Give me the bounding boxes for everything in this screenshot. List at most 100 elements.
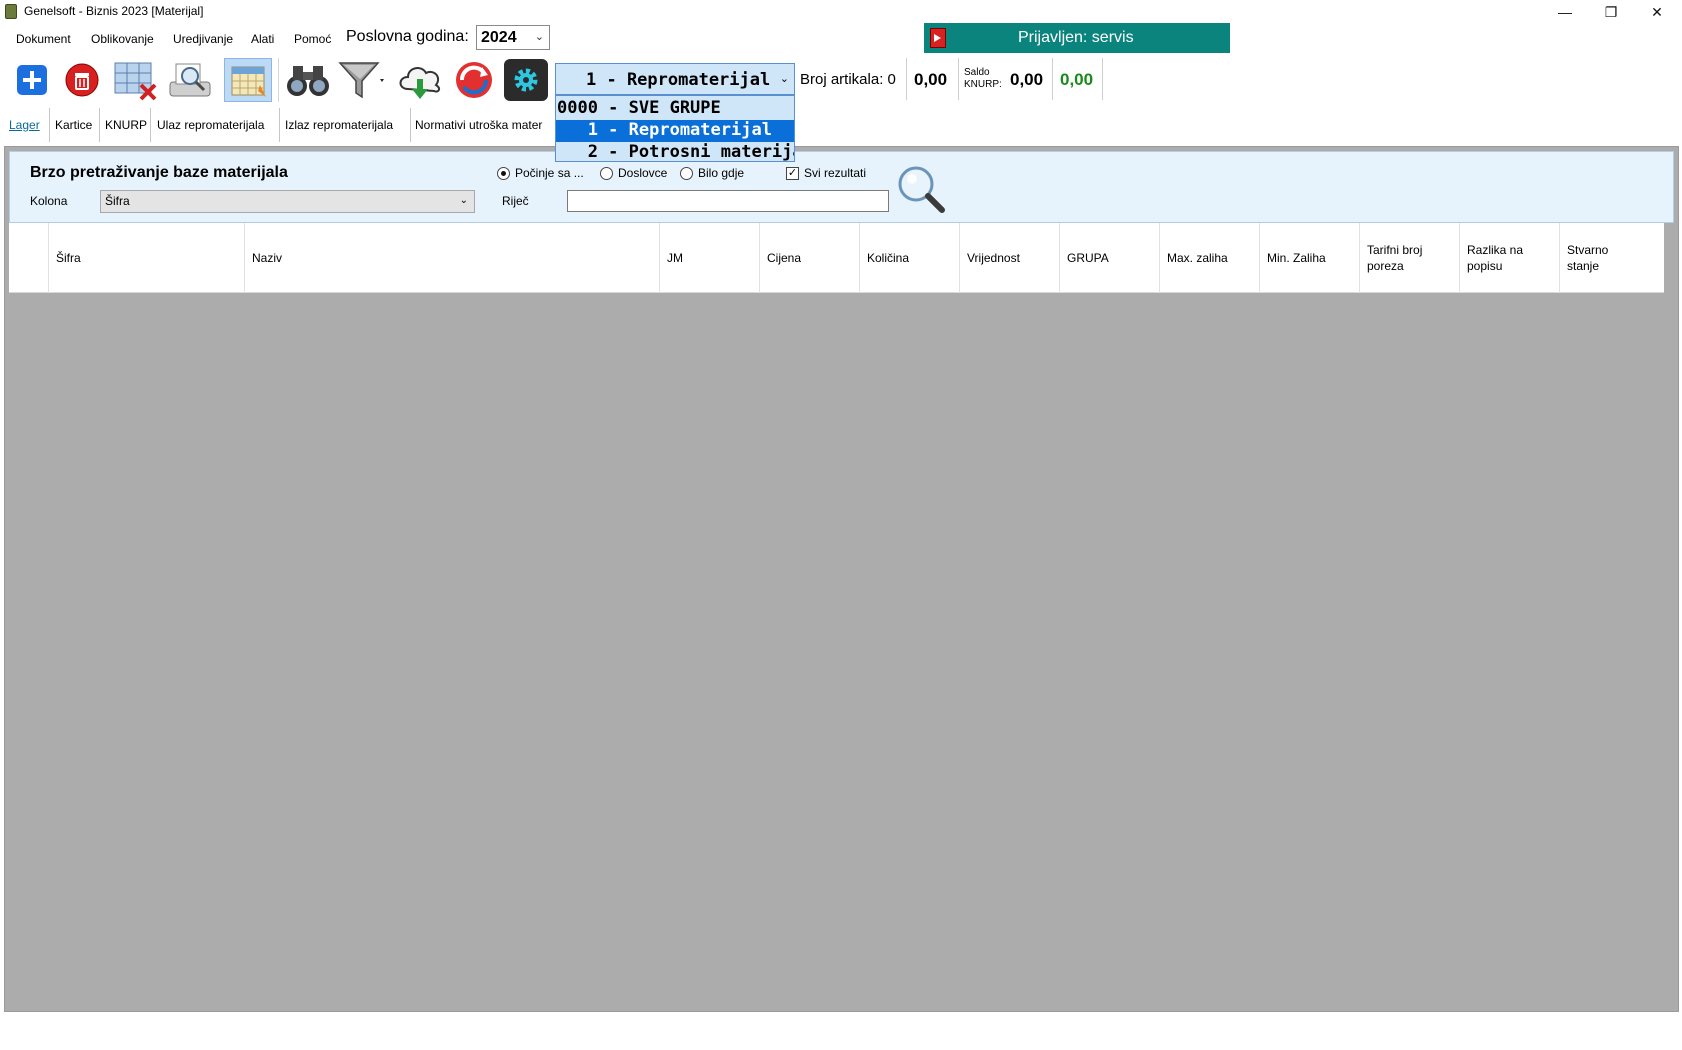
column-header-kolicina[interactable]: Količina xyxy=(859,223,959,293)
dropdown-option-sve-grupe[interactable]: 0000 - SVE GRUPE xyxy=(556,98,794,120)
tab-kartice[interactable]: Kartice xyxy=(50,108,100,142)
close-button[interactable]: ✕ xyxy=(1634,0,1680,24)
svi-rezultati-checkbox[interactable]: ✓ Svi rezultati xyxy=(786,166,866,180)
tab-lager[interactable]: Lager xyxy=(0,108,50,142)
column-header-stvarno-stanje[interactable]: Stvarno stanje xyxy=(1559,223,1664,293)
sync-button[interactable] xyxy=(450,58,498,102)
checkmark-icon: ✓ xyxy=(786,166,799,180)
tab-normativi-utroska[interactable]: Normativi utroška mater xyxy=(411,108,556,142)
column-header-min-zaliha[interactable]: Min. Zaliha xyxy=(1259,223,1359,293)
dropdown-option-repromaterijal[interactable]: 1 - Repromaterijal xyxy=(556,120,794,142)
kolona-label: Kolona xyxy=(30,194,68,208)
column-header-razlika-na-popisu[interactable]: Razlika na popisu xyxy=(1459,223,1559,293)
app-icon xyxy=(5,4,17,19)
search-panel: Brzo pretraživanje baze materijala Kolon… xyxy=(9,151,1674,223)
preview-button[interactable] xyxy=(166,58,214,102)
column-header-cijena[interactable]: Cijena xyxy=(759,223,859,293)
column-header-label: Max. zaliha xyxy=(1167,251,1228,265)
chevron-down-icon: ⌄ xyxy=(779,73,789,85)
year-value: 2024 xyxy=(481,29,517,46)
radio-label: Počinje sa ... xyxy=(515,166,584,180)
kolona-select[interactable]: Šifra ⌄ xyxy=(100,190,475,213)
cloud-download-button[interactable] xyxy=(396,58,444,102)
rijec-input[interactable] xyxy=(567,190,889,212)
radio-pocinje-sa[interactable]: Počinje sa ... xyxy=(497,166,584,180)
restore-button[interactable]: ❐ xyxy=(1588,0,1634,24)
radio-bilo-gdje[interactable]: Bilo gdje xyxy=(680,166,744,180)
radio-dot xyxy=(680,166,693,180)
radio-dot xyxy=(497,166,510,180)
radio-label: Bilo gdje xyxy=(698,166,745,180)
login-status-bar: Prijavljen: servis xyxy=(924,23,1230,53)
column-header-max-zaliha[interactable]: Max. zaliha xyxy=(1159,223,1259,293)
add-icon xyxy=(17,65,47,95)
column-header-jm[interactable]: JM xyxy=(659,223,759,293)
saldo-label-line2: KNURP: xyxy=(964,79,1002,90)
cloud-download-icon xyxy=(399,67,441,99)
tab-knurp[interactable]: KNURP xyxy=(100,108,151,142)
broj-value: 0,00 xyxy=(914,70,948,89)
column-header-naziv[interactable]: Naziv xyxy=(244,223,659,293)
radio-dot xyxy=(600,166,613,180)
delete-icon xyxy=(65,63,99,97)
menu-pomoc[interactable]: Pomoć xyxy=(294,32,331,46)
main-area: Brzo pretraživanje baze materijala Kolon… xyxy=(4,146,1679,1012)
column-header-label: JM xyxy=(667,251,683,265)
menu-oblikovanje[interactable]: Oblikovanje xyxy=(91,32,154,46)
menu-dokument[interactable]: Dokument xyxy=(16,32,71,46)
tab-ulaz-repromaterijala[interactable]: Ulaz repromaterijala xyxy=(151,108,280,142)
toolbar-separator xyxy=(958,58,959,100)
menu-uredjivanje[interactable]: Uredjivanje xyxy=(173,32,233,46)
year-label: Poslovna godina: xyxy=(346,28,469,45)
column-header-label: Šifra xyxy=(56,251,81,265)
group-dropdown-list: 0000 - SVE GRUPE 1 - Repromaterijal 2 - … xyxy=(555,95,795,162)
chevron-down-icon: ⌄ xyxy=(534,31,544,43)
magnifier-icon xyxy=(898,166,945,213)
preview-icon xyxy=(169,63,211,97)
radio-doslovce[interactable]: Doslovce xyxy=(600,166,667,180)
column-header-label: Stvarno stanje xyxy=(1567,243,1609,273)
calendar-button[interactable] xyxy=(224,58,272,102)
toolbar-separator xyxy=(1102,58,1103,100)
broj-artikala-label: Broj artikala: 0 xyxy=(800,71,896,88)
grid-delete-icon xyxy=(114,62,157,101)
settings-icon xyxy=(504,59,548,101)
kolona-select-value: Šifra xyxy=(105,194,130,208)
column-header-label: Razlika na popisu xyxy=(1467,243,1524,273)
radio-label: Doslovce xyxy=(618,166,668,180)
column-header-label: Tarifni broj poreza xyxy=(1367,243,1423,273)
menu-alati[interactable]: Alati xyxy=(251,32,274,46)
delete-button[interactable] xyxy=(58,58,106,102)
saldo-label-line1: Saldo xyxy=(964,67,990,78)
chevron-down-icon: ⌄ xyxy=(459,195,468,206)
saldo-green-value: 0,00 xyxy=(1060,70,1094,89)
column-header-label: Min. Zaliha xyxy=(1267,251,1326,265)
find-button[interactable] xyxy=(284,58,332,102)
column-header-label: Cijena xyxy=(767,251,802,265)
column-header-tarifni-broj[interactable]: Tarifni broj poreza xyxy=(1359,223,1459,293)
sync-icon xyxy=(456,62,492,98)
column-header-grupa[interactable]: GRUPA xyxy=(1059,223,1159,293)
column-header-vrijednost[interactable]: Vrijednost xyxy=(959,223,1059,293)
minimize-button[interactable]: — xyxy=(1542,0,1588,24)
column-header-sifra[interactable]: Šifra xyxy=(48,223,244,293)
toolbar-separator xyxy=(906,58,907,100)
add-button[interactable] xyxy=(8,58,56,102)
year-select[interactable]: 2024 ⌄ xyxy=(476,25,550,50)
row-selector-header xyxy=(9,223,48,293)
grid-delete-button[interactable] xyxy=(112,58,160,102)
settings-button[interactable] xyxy=(502,58,550,102)
dropdown-option-potrosni-materijal[interactable]: 2 - Potrosni materija xyxy=(556,142,794,161)
filter-icon xyxy=(338,62,384,99)
menu-bar: Dokument Oblikovanje Uredjivanje Alati P… xyxy=(0,24,1682,52)
tab-izlaz-repromaterijala[interactable]: Izlaz repromaterijala xyxy=(280,108,411,142)
search-button[interactable] xyxy=(894,162,950,218)
toolbar-separator xyxy=(278,58,279,102)
grid-header: Šifra Naziv JM Cijena Količina Vrijednos… xyxy=(9,223,1664,293)
logout-icon[interactable] xyxy=(930,28,946,48)
group-select[interactable]: 1 - Repromaterijal ⌄ xyxy=(555,63,795,95)
filter-button[interactable] xyxy=(336,58,384,102)
group-select-value: 1 - Repromaterijal xyxy=(586,70,771,90)
column-header-label: Vrijednost xyxy=(967,251,1020,265)
search-title: Brzo pretraživanje baze materijala xyxy=(30,164,288,181)
